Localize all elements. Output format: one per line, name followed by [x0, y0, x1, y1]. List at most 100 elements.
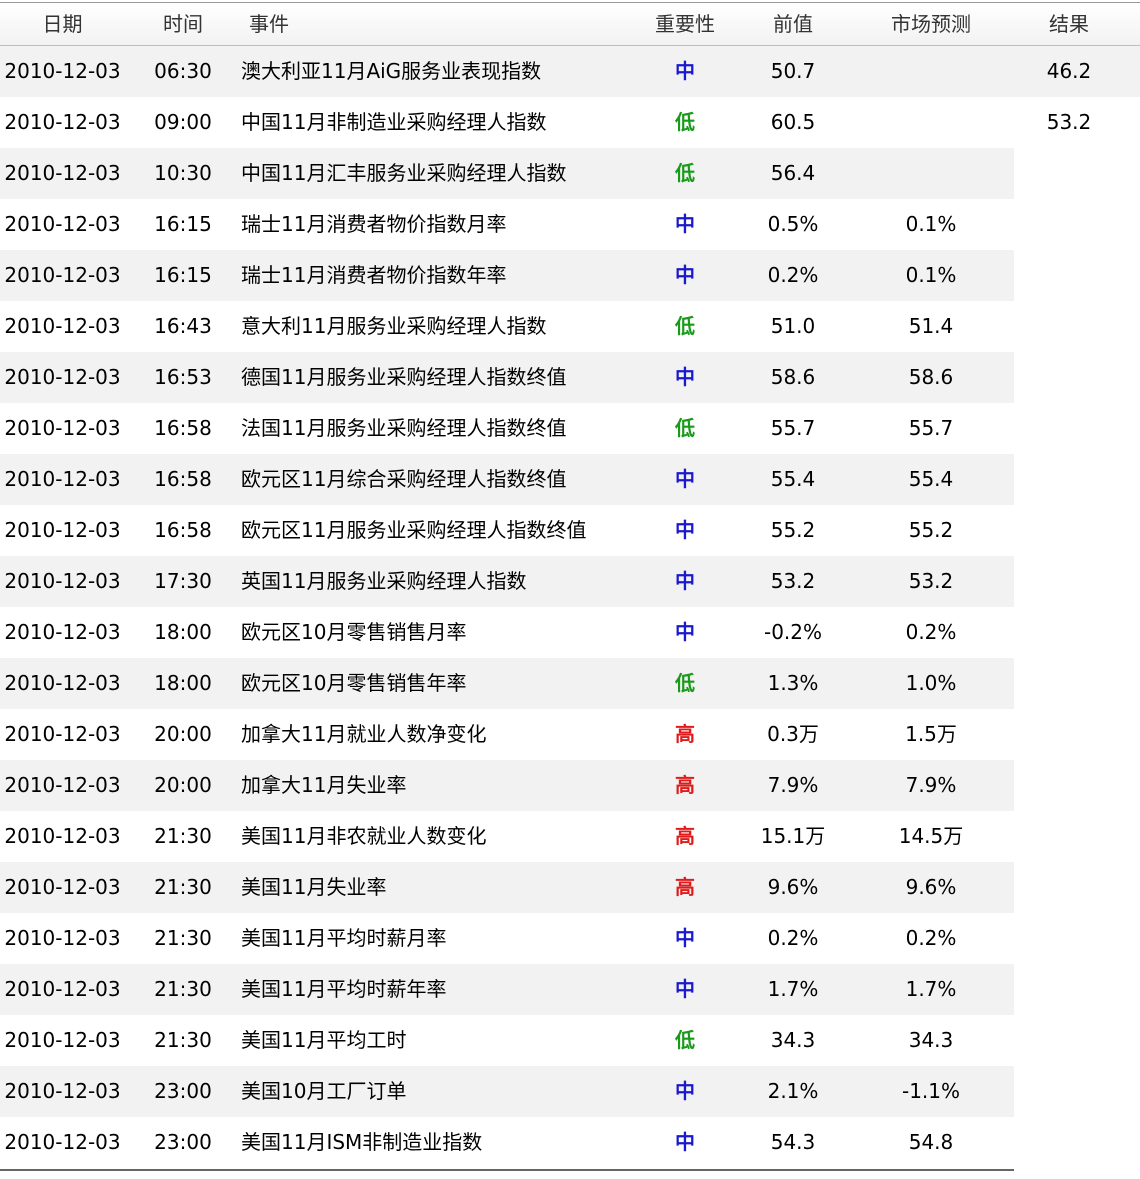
- cell-time: 17:30: [154, 569, 212, 593]
- cell-result: [1005, 862, 1133, 913]
- cell-result: [1005, 505, 1133, 556]
- cell-date: 2010-12-03: [4, 1079, 121, 1103]
- cell-importance: 中: [675, 467, 695, 491]
- cell-time: 16:58: [154, 518, 212, 542]
- cell-forecast: 55.7: [908, 416, 954, 440]
- cell-time: 10:30: [154, 161, 212, 185]
- cell-importance: 中: [675, 212, 695, 236]
- cell-result: [1005, 199, 1133, 250]
- cell-event: 瑞士11月消费者物价指数年率: [241, 263, 507, 287]
- cell-previous: 1.7%: [767, 977, 819, 1001]
- cell-event: 中国11月非制造业采购经理人指数: [241, 110, 547, 134]
- table-row: 2010-12-03 23:00 美国11月ISM非制造业指数 中 54.3 54.8: [0, 1117, 1140, 1168]
- cell-forecast: [857, 97, 1005, 148]
- cell-event: 欧元区10月零售销售月率: [241, 620, 467, 644]
- header-result: 结果: [1049, 12, 1089, 36]
- cell-date: 2010-12-03: [4, 212, 121, 236]
- cell-event: 美国11月ISM非制造业指数: [241, 1130, 483, 1154]
- cell-forecast: 1.7%: [905, 977, 957, 1001]
- cell-time: 16:15: [154, 212, 212, 236]
- table-row: 2010-12-03 16:58 欧元区11月服务业采购经理人指数终值 中 55.2 55…: [0, 505, 1140, 556]
- cell-result: [1005, 607, 1133, 658]
- cell-forecast: 55.2: [908, 518, 954, 542]
- cell-time: 20:00: [154, 722, 212, 746]
- cell-date: 2010-12-03: [4, 467, 121, 491]
- table-row: 2010-12-03 06:30 澳大利亚11月AiG服务业表现指数 中 50.7 46.…: [0, 46, 1140, 97]
- cell-event: 美国11月非农就业人数变化: [241, 824, 487, 848]
- cell-previous: 0.2%: [767, 263, 819, 287]
- cell-time: 21:30: [154, 824, 212, 848]
- cell-time: 23:00: [154, 1079, 212, 1103]
- cell-time: 16:43: [154, 314, 212, 338]
- cell-forecast: 14.5万: [898, 824, 964, 848]
- cell-event: 美国11月平均工时: [241, 1028, 407, 1052]
- cell-importance: 高: [675, 824, 695, 848]
- cell-event: 欧元区10月零售销售年率: [241, 671, 467, 695]
- table-row: 2010-12-03 16:53 德国11月服务业采购经理人指数终值 中 58.6 58.…: [0, 352, 1140, 403]
- cell-importance: 中: [675, 620, 695, 644]
- table-row: 2010-12-03 20:00 加拿大11月失业率 高 7.9% 7.9%: [0, 760, 1140, 811]
- cell-importance: 低: [675, 671, 695, 695]
- cell-event: 美国11月平均时薪年率: [241, 977, 447, 1001]
- cell-date: 2010-12-03: [4, 926, 121, 950]
- cell-previous: 55.4: [770, 467, 816, 491]
- cell-importance: 低: [675, 314, 695, 338]
- cell-event: 加拿大11月失业率: [241, 773, 407, 797]
- cell-date: 2010-12-03: [4, 722, 121, 746]
- cell-date: 2010-12-03: [4, 59, 121, 83]
- header-forecast: 市场预测: [891, 12, 971, 36]
- table-row: 2010-12-03 23:00 美国10月工厂订单 中 2.1% -1.1%: [0, 1066, 1140, 1117]
- cell-time: 23:00: [154, 1130, 212, 1154]
- cell-importance: 低: [675, 416, 695, 440]
- header-importance: 重要性: [655, 12, 715, 36]
- table-row: 2010-12-03 21:30 美国11月平均工时 低 34.3 34.3: [0, 1015, 1140, 1066]
- table-row: 2010-12-03 16:15 瑞士11月消费者物价指数年率 中 0.2% 0.1%: [0, 250, 1140, 301]
- cell-previous: 34.3: [770, 1028, 816, 1052]
- cell-result: [1005, 1117, 1133, 1168]
- cell-forecast: 1.5万: [905, 722, 957, 746]
- header-event: 事件: [249, 12, 289, 36]
- table-row: 2010-12-03 16:58 法国11月服务业采购经理人指数终值 低 55.7 55.…: [0, 403, 1140, 454]
- cell-importance: 中: [675, 263, 695, 287]
- cell-time: 20:00: [154, 773, 212, 797]
- cell-event: 法国11月服务业采购经理人指数终值: [241, 416, 567, 440]
- cell-result: [1005, 709, 1133, 760]
- cell-date: 2010-12-03: [4, 263, 121, 287]
- cell-previous: 51.0: [770, 314, 816, 338]
- cell-previous: 0.5%: [767, 212, 819, 236]
- cell-time: 16:58: [154, 467, 212, 491]
- cell-event: 中国11月汇丰服务业采购经理人指数: [241, 161, 567, 185]
- table-row: 2010-12-03 20:00 加拿大11月就业人数净变化 高 0.3万 1.5万: [0, 709, 1140, 760]
- cell-time: 09:00: [154, 110, 212, 134]
- cell-date: 2010-12-03: [4, 773, 121, 797]
- cell-importance: 中: [675, 926, 695, 950]
- cell-event: 澳大利亚11月AiG服务业表现指数: [241, 59, 542, 83]
- cell-previous: 50.7: [770, 59, 816, 83]
- cell-result: 46.2: [1046, 59, 1092, 83]
- table-row: 2010-12-03 21:30 美国11月非农就业人数变化 高 15.1万 14.5万: [0, 811, 1140, 862]
- cell-importance: 中: [675, 365, 695, 389]
- cell-result: [1005, 1015, 1133, 1066]
- cell-forecast: 34.3: [908, 1028, 954, 1052]
- cell-importance: 中: [675, 518, 695, 542]
- cell-date: 2010-12-03: [4, 1130, 121, 1154]
- cell-event: 美国11月失业率: [241, 875, 387, 899]
- cell-forecast: 54.8: [908, 1130, 954, 1154]
- cell-forecast: 58.6: [908, 365, 954, 389]
- cell-previous: 1.3%: [767, 671, 819, 695]
- table-row: 2010-12-03 10:30 中国11月汇丰服务业采购经理人指数 低 56.4: [0, 148, 1140, 199]
- cell-importance: 中: [675, 1079, 695, 1103]
- cell-time: 21:30: [154, 875, 212, 899]
- cell-importance: 高: [675, 875, 695, 899]
- cell-event: 美国11月平均时薪月率: [241, 926, 447, 950]
- cell-previous: 55.2: [770, 518, 816, 542]
- cell-forecast: 0.2%: [905, 926, 957, 950]
- table-row: 2010-12-03 18:00 欧元区10月零售销售年率 低 1.3% 1.0%: [0, 658, 1140, 709]
- table-body: 2010-12-03 06:30 澳大利亚11月AiG服务业表现指数中 50.7 46.…: [0, 46, 1140, 1168]
- cell-importance: 低: [675, 110, 695, 134]
- cell-date: 2010-12-03: [4, 314, 121, 338]
- table-row: 2010-12-03 16:43 意大利11月服务业采购经理人指数 低 51.0 51.4: [0, 301, 1140, 352]
- cell-result: [1005, 301, 1133, 352]
- cell-date: 2010-12-03: [4, 161, 121, 185]
- cell-previous: 7.9%: [767, 773, 819, 797]
